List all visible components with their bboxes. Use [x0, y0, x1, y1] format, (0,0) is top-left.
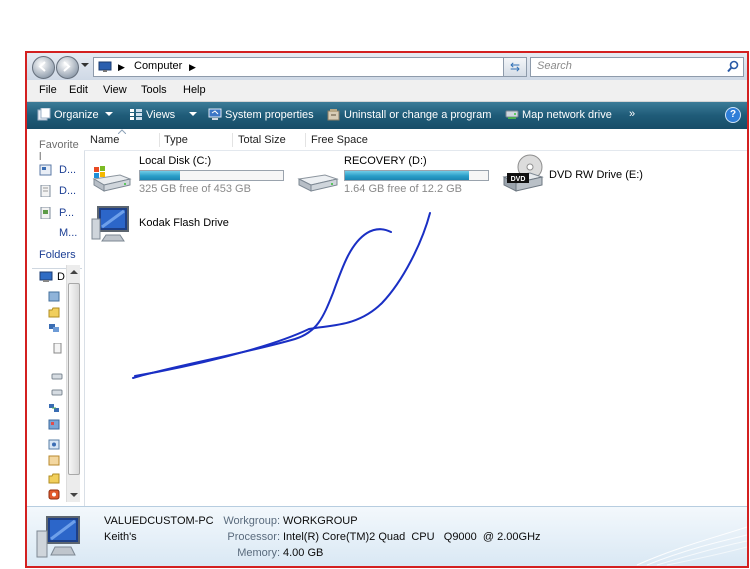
memory-value: 4.00 GB — [283, 547, 324, 559]
decorative-swoosh — [636, 526, 747, 566]
explorer-window: ▶ Computer ▶ ⇆ Search File Edit View Too… — [25, 51, 749, 568]
memory-label: Memory: — [237, 547, 280, 559]
computer-icon — [36, 516, 80, 558]
workgroup-label: Workgroup: — [223, 515, 280, 527]
computer-owner: Keith's — [104, 531, 137, 543]
workgroup-value: WORKGROUP — [283, 515, 358, 527]
annotation-scribble — [132, 212, 431, 379]
processor-label: Processor: — [227, 531, 280, 543]
processor-value: Intel(R) Core(TM)2 Quad CPU Q9000 @ 2.00… — [283, 531, 541, 543]
details-pane: VALUEDCUSTOM-PC Keith's Workgroup: WORKG… — [27, 506, 747, 566]
